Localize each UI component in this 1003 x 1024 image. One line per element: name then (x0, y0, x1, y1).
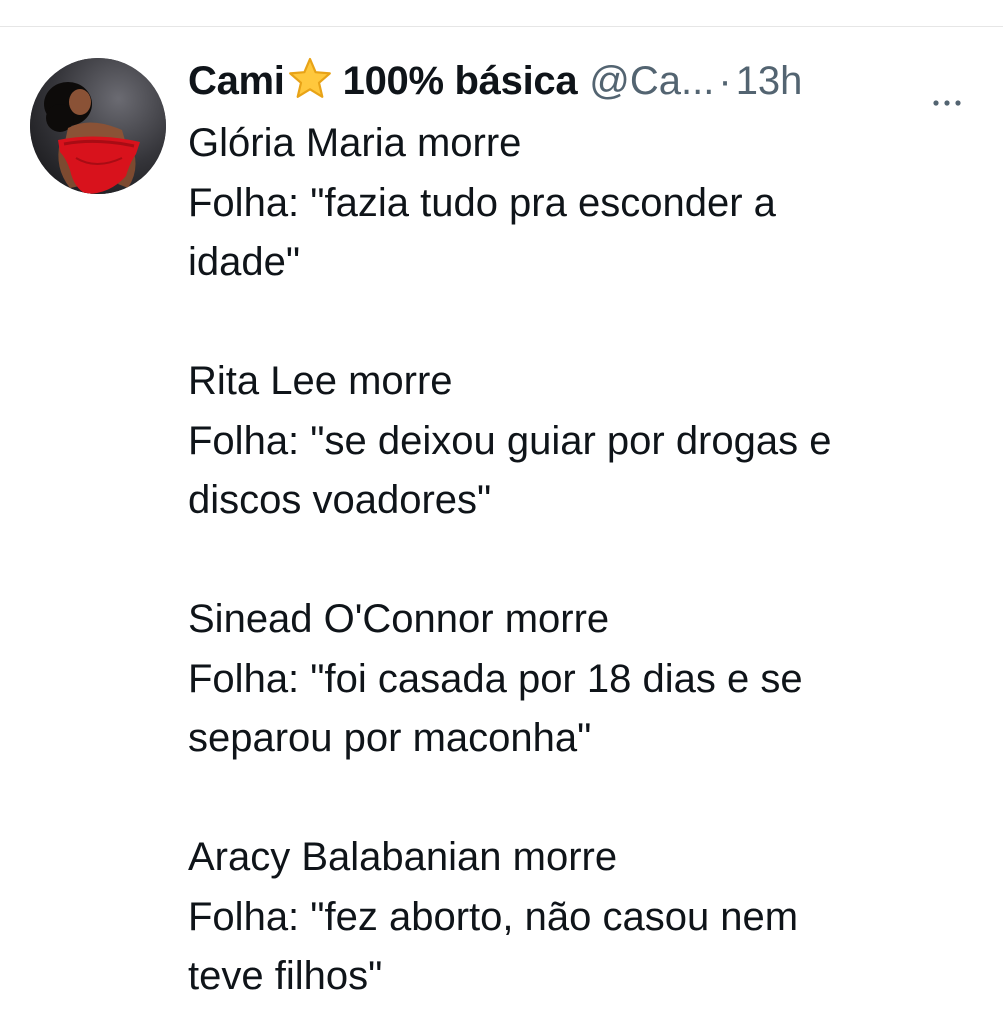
text-line: Glória Maria morre (188, 121, 522, 165)
text-line: Folha: "fez aborto, não casou nem (188, 894, 799, 939)
star-icon (287, 56, 333, 102)
author-handle[interactable]: @Ca... (589, 59, 714, 104)
text-line: idade" (188, 240, 301, 284)
text-line: Folha: "foi casada por 18 dias e se (188, 656, 803, 701)
paragraph: Sinead O'Connor morre Folha: "foi casada… (188, 590, 978, 769)
avatar-photo (30, 58, 166, 194)
tweet[interactable]: Cami 100% básica @Ca... · 13h Glória Mar… (0, 27, 1003, 1024)
tweet-text: Glória Maria morre Folha: "fazia tudo pr… (188, 114, 978, 1007)
text-line: Folha: "fazia tudo pra esconder a (188, 180, 776, 225)
text-line: teve filhos" (188, 954, 383, 998)
tweet-header: Cami 100% básica @Ca... · 13h (188, 51, 978, 111)
paragraph: Glória Maria morre Folha: "fazia tudo pr… (188, 114, 978, 293)
author-name[interactable]: Cami (188, 59, 285, 104)
paragraph: Aracy Balabanian morre Folha: "fez abort… (188, 828, 978, 1007)
avatar[interactable] (30, 58, 166, 194)
text-line: Aracy Balabanian morre (188, 835, 618, 879)
text-line: Rita Lee morre (188, 359, 453, 403)
text-line: Sinead O'Connor morre (188, 597, 610, 641)
author-name-suffix[interactable]: 100% básica (343, 59, 578, 104)
tweet-timestamp[interactable]: 13h (736, 59, 803, 104)
text-line: discos voadores" (188, 478, 492, 522)
separator-dot: · (718, 58, 732, 103)
text-line: separou por maconha" (188, 716, 592, 760)
paragraph: Rita Lee morre Folha: "se deixou guiar p… (188, 352, 978, 531)
text-line: Folha: "se deixou guiar por drogas e (188, 418, 832, 463)
more-horizontal-icon[interactable] (928, 93, 968, 113)
